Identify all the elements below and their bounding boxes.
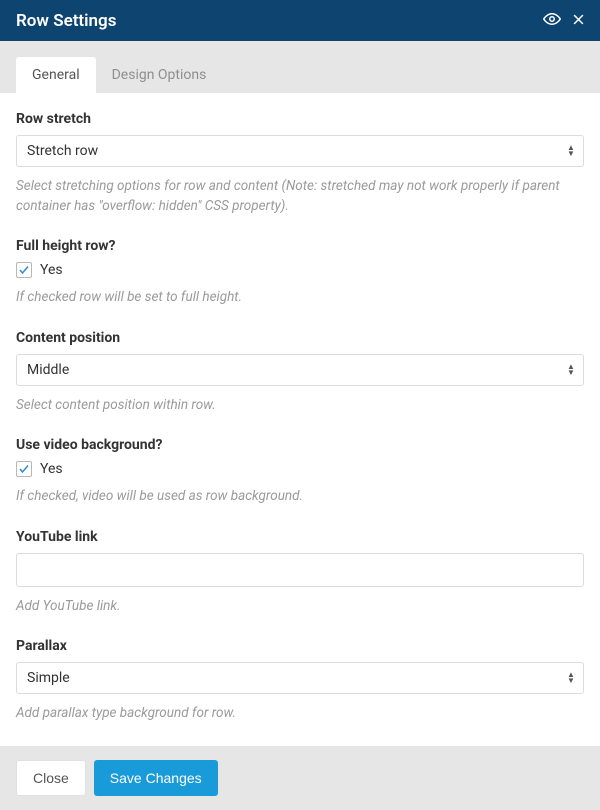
content-position-value: Middle (16, 354, 584, 386)
full-height-hint: If checked row will be set to full heigh… (16, 288, 584, 308)
modal-header: Row Settings (0, 0, 600, 41)
row-settings-modal: Row Settings General Design Options Row … (0, 0, 600, 810)
header-controls (543, 10, 586, 31)
panel-general: Row stretch Stretch row ▲▼ Select stretc… (0, 93, 600, 746)
field-content-position: Content position Middle ▲▼ Select conten… (16, 330, 584, 416)
save-button[interactable]: Save Changes (94, 760, 218, 796)
field-youtube: YouTube link Add YouTube link. (16, 529, 584, 617)
video-bg-checkbox[interactable] (16, 461, 32, 477)
eye-icon[interactable] (543, 10, 561, 31)
full-height-checkbox-label: Yes (40, 262, 63, 278)
field-full-height: Full height row? Yes If checked row will… (16, 238, 584, 308)
full-height-label: Full height row? (16, 238, 584, 254)
youtube-hint: Add YouTube link. (16, 597, 584, 617)
parallax-hint: Add parallax type background for row. (16, 704, 584, 724)
field-parallax: Parallax Simple ▲▼ Add parallax type bac… (16, 638, 584, 724)
video-bg-checkbox-label: Yes (40, 461, 63, 477)
close-icon[interactable] (571, 12, 586, 30)
close-button[interactable]: Close (16, 760, 86, 796)
row-stretch-label: Row stretch (16, 111, 584, 127)
tab-design-options[interactable]: Design Options (96, 57, 223, 93)
content-position-label: Content position (16, 330, 584, 346)
tab-general[interactable]: General (16, 57, 96, 93)
field-row-stretch: Row stretch Stretch row ▲▼ Select stretc… (16, 111, 584, 216)
full-height-checkbox-row: Yes (16, 262, 584, 278)
youtube-input[interactable] (16, 553, 584, 587)
modal-footer: Close Save Changes (0, 746, 600, 810)
video-bg-hint: If checked, video will be used as row ba… (16, 487, 584, 507)
row-stretch-value: Stretch row (16, 135, 584, 167)
parallax-select[interactable]: Simple ▲▼ (16, 662, 584, 694)
row-stretch-hint: Select stretching options for row and co… (16, 177, 584, 216)
field-video-bg: Use video background? Yes If checked, vi… (16, 437, 584, 507)
video-bg-label: Use video background? (16, 437, 584, 453)
content-position-hint: Select content position within row. (16, 396, 584, 416)
tabs-bar: General Design Options (0, 41, 600, 93)
full-height-checkbox[interactable] (16, 262, 32, 278)
parallax-value: Simple (16, 662, 584, 694)
parallax-label: Parallax (16, 638, 584, 654)
video-bg-checkbox-row: Yes (16, 461, 584, 477)
youtube-label: YouTube link (16, 529, 584, 545)
content-position-select[interactable]: Middle ▲▼ (16, 354, 584, 386)
row-stretch-select[interactable]: Stretch row ▲▼ (16, 135, 584, 167)
modal-title: Row Settings (16, 11, 116, 31)
